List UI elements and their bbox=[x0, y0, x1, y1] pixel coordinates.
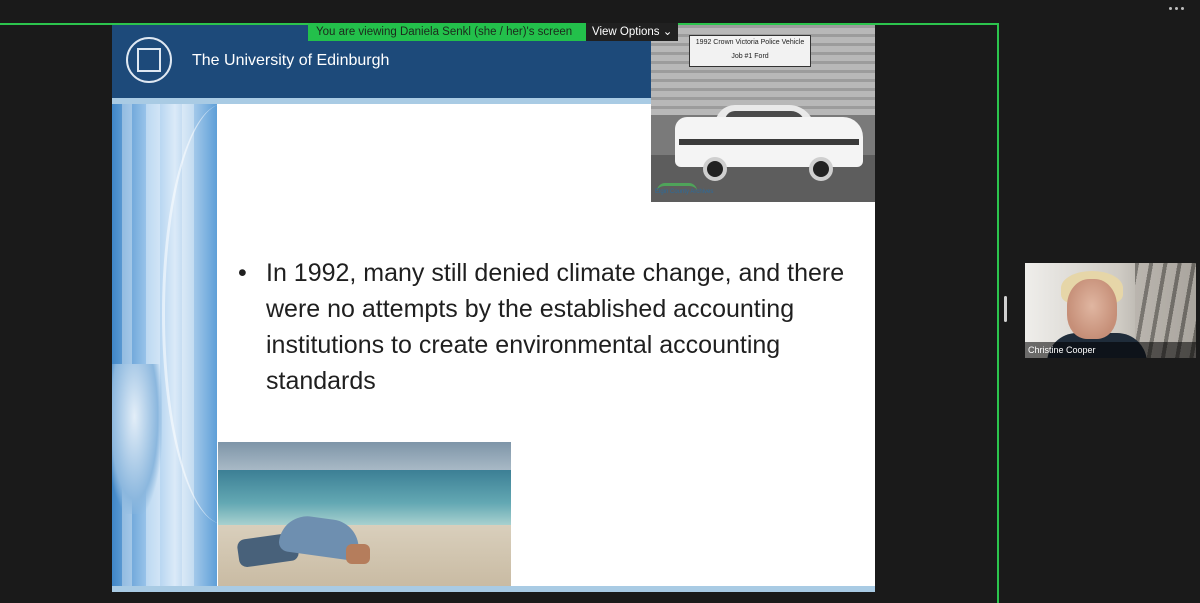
viewing-screen-banner: You are viewing Daniela Senkl (she / her… bbox=[308, 23, 586, 41]
archives-label: Elgin County Archives bbox=[655, 189, 714, 195]
view-options-label: View Options bbox=[592, 26, 660, 38]
car-sign-line1: 1992 Crown Victoria Police Vehicle bbox=[695, 39, 805, 46]
chevron-down-icon: ⌄ bbox=[662, 26, 673, 38]
participant-name: Christine Cooper bbox=[1025, 342, 1196, 358]
car-sign-line2: Job #1 Ford bbox=[731, 53, 769, 60]
view-options-button[interactable]: View Options ⌄ bbox=[586, 23, 678, 41]
panel-resize-handle[interactable] bbox=[1004, 296, 1007, 322]
car-sign: 1992 Crown Victoria Police Vehicle Job #… bbox=[689, 35, 811, 67]
bullet-text: In 1992, many still denied climate chang… bbox=[266, 259, 845, 395]
participant-avatar bbox=[1067, 279, 1117, 339]
slide-footer-bar bbox=[112, 586, 875, 592]
participant-video-tile[interactable]: Christine Cooper bbox=[1025, 263, 1196, 358]
head-in-sand-photo bbox=[218, 442, 511, 586]
presentation-slide: The University of Edinburgh 1992 Crown V… bbox=[112, 25, 875, 592]
more-options-icon[interactable] bbox=[1169, 7, 1184, 10]
meeting-top-bar bbox=[0, 0, 1200, 22]
police-car-photo: 1992 Crown Victoria Police Vehicle Job #… bbox=[651, 25, 875, 202]
decorative-column-image bbox=[112, 104, 217, 592]
bullet-icon: • bbox=[238, 259, 247, 287]
university-crest-icon bbox=[126, 37, 172, 83]
university-name: The University of Edinburgh bbox=[192, 52, 390, 69]
